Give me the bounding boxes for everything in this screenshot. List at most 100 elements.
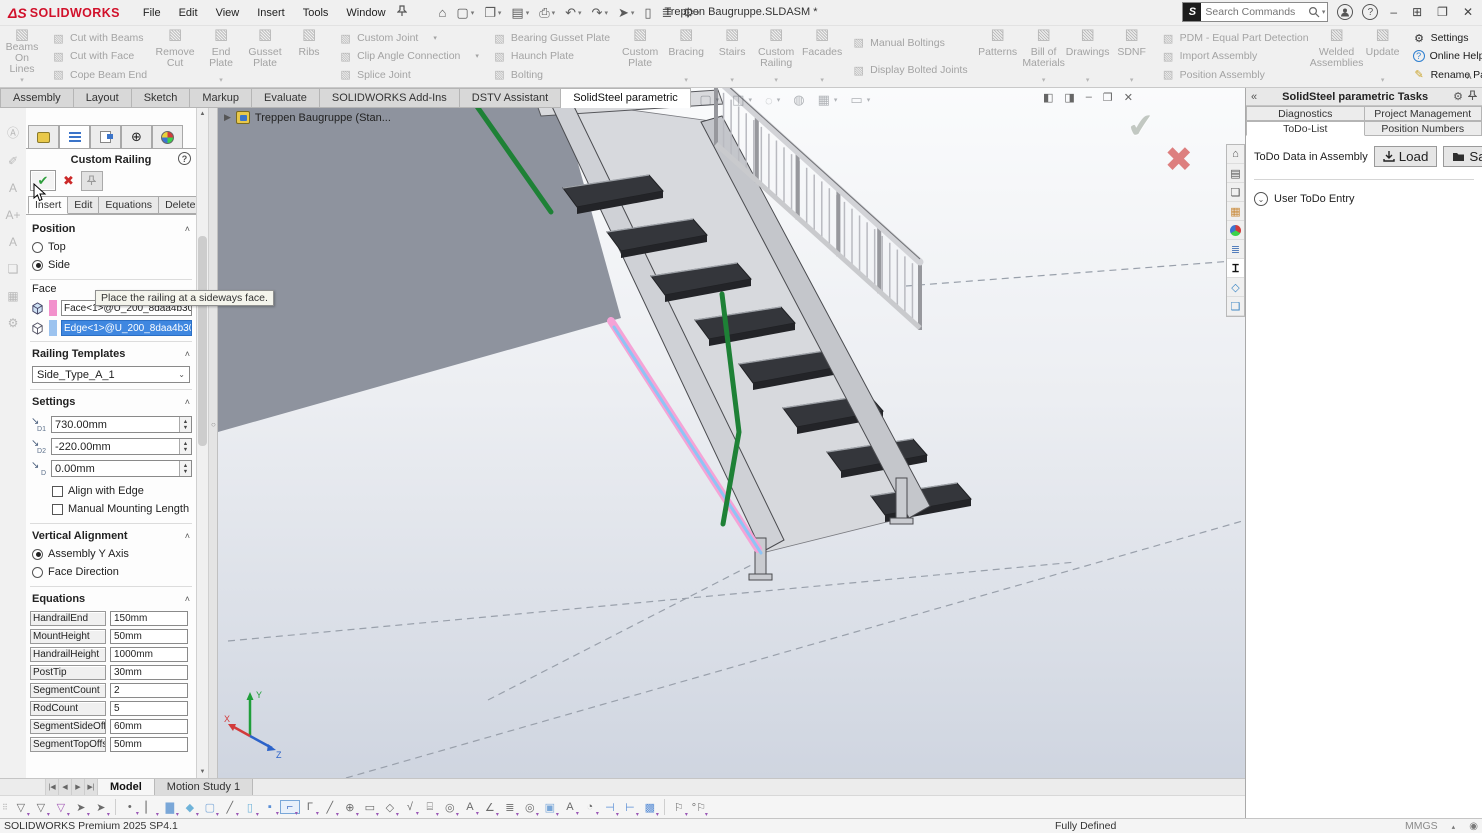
equation-value-input[interactable]: 60mm [110, 719, 188, 734]
minimize-viewport-icon[interactable]: – [1086, 91, 1092, 104]
dropdown-icon[interactable]: ▾ [834, 96, 838, 104]
edit-appearance-icon[interactable]: ◍ [793, 92, 804, 108]
edge-selection-field[interactable]: Edge<1>@U_200_8daa4b30-e [61, 320, 192, 336]
dropdown-icon[interactable]: ▾ [748, 96, 752, 104]
ribbon-bill-of-materials[interactable]: ▧Bill of Materials▾ [1022, 26, 1066, 87]
tab-model[interactable]: Model [98, 779, 155, 795]
filter-edges-icon[interactable]: ▏ [140, 801, 160, 814]
hatch-icon[interactable]: ▦ [7, 289, 18, 303]
filter-hatch2-icon[interactable]: ≣ [500, 801, 520, 814]
dropdown-icon[interactable]: ▾ [1381, 75, 1385, 86]
distance1-input[interactable]: 730.00mm▲▼ [51, 416, 192, 433]
ribbon-end-plate[interactable]: ▧End Plate▾ [199, 26, 243, 87]
ribbon-settings[interactable]: ⚙Settings [1413, 32, 1482, 45]
equation-name-button[interactable]: HandrailHeight [30, 647, 106, 662]
tab-motion-study-1[interactable]: Motion Study 1 [155, 779, 253, 795]
ribbon-pdm-equal-part-detection[interactable]: ▧PDM - Equal Part Detection [1162, 32, 1309, 45]
dropdown-icon[interactable]: ▾ [20, 75, 24, 86]
align-with-edge-checkbox[interactable]: Align with Edge [50, 482, 192, 500]
dropdown-icon[interactable]: ▾ [604, 9, 608, 17]
collapse-pane-icon[interactable]: « [1251, 91, 1257, 103]
ribbon-display-bolted-joints[interactable]: ▧Display Bolted Joints [852, 64, 967, 77]
railing-template-dropdown[interactable]: Side_Type_A_1⌄ [32, 366, 190, 383]
select-pointer-dd-icon[interactable]: ➤ [91, 801, 111, 814]
view-orientation-icon[interactable]: ▢ [699, 92, 711, 108]
equation-value-input[interactable]: 50mm [110, 737, 188, 752]
ribbon-collapse-icon[interactable]: ˄ [1466, 72, 1472, 83]
filter-hatch-icon[interactable]: ◇ [380, 801, 400, 814]
filter-pie-icon[interactable]: ◔ [580, 801, 600, 813]
dropdown-icon[interactable]: ▾ [631, 9, 635, 17]
search-dropdown-icon[interactable]: ▾ [1320, 8, 1328, 16]
scroll-thumb[interactable] [198, 236, 207, 446]
close-button[interactable]: ✕ [1460, 5, 1476, 19]
toolbar-grip-icon[interactable]: ⠿ [2, 803, 7, 812]
propertymanager-tab[interactable] [59, 125, 90, 148]
ribbon-welded-assemblies[interactable]: ▧Welded Assemblies [1315, 26, 1359, 87]
equation-value-input[interactable]: 150mm [110, 611, 188, 626]
design-library-icon[interactable]: ▤ [1227, 164, 1244, 183]
dropdown-icon[interactable]: ▾ [730, 75, 734, 86]
menu-view[interactable]: View [207, 3, 249, 23]
tab-solidworks-add-ins[interactable]: SOLIDWORKS Add-Ins [320, 88, 460, 108]
filter-dimension-icon[interactable]: ⌸ [420, 801, 440, 814]
ribbon-bracing[interactable]: ▧Bracing▾ [664, 26, 708, 87]
pm-scrollbar[interactable]: ▲ ▼ [196, 108, 208, 778]
filter-coordinate-icon[interactable]: ⊕ [340, 801, 360, 814]
custom-properties-icon[interactable]: ≣ [1227, 240, 1244, 259]
filter-magnify-icon[interactable]: ◎ [520, 801, 540, 814]
minimize-button[interactable]: – [1387, 5, 1400, 19]
filter-solid-icon[interactable]: ▢ [200, 801, 220, 814]
image-icon[interactable]: ❏ [8, 262, 19, 276]
ribbon-online-help[interactable]: ?Online Help [1413, 50, 1482, 62]
position-top-radio[interactable]: Top [30, 238, 192, 256]
ribbon-splice-joint[interactable]: ▧Splice Joint [339, 68, 479, 81]
equation-value-input[interactable]: 30mm [110, 665, 188, 680]
tab-todo-list[interactable]: ToDo-List [1246, 121, 1365, 136]
spinner-icon[interactable]: ▲▼ [179, 461, 191, 476]
ribbon-facades[interactable]: ▧Facades▾ [800, 26, 844, 87]
pane-pin-icon[interactable] [1468, 90, 1477, 104]
save-icon[interactable]: ▤▾ [507, 4, 533, 22]
comments-icon[interactable]: ❑ [1227, 297, 1244, 316]
open-icon[interactable]: ❐▾ [480, 4, 505, 22]
select-icon[interactable]: ➤▾ [614, 4, 638, 22]
dropdown-icon[interactable]: ▾ [471, 9, 475, 17]
search-commands-box[interactable]: S ▾ [1182, 2, 1328, 22]
featuremanager-tab[interactable] [28, 125, 59, 148]
spinner-icon[interactable]: ▲▼ [179, 417, 191, 432]
pm-tab-edit[interactable]: Edit [68, 196, 99, 214]
hide-show-icon[interactable]: ◌ [765, 93, 773, 108]
options-gear-icon[interactable]: ⚙▾ [678, 4, 703, 22]
confirmation-cancel-glyph[interactable]: ✖ [1165, 140, 1194, 180]
dropdown-icon[interactable]: ▾ [475, 52, 479, 60]
dropdown-icon[interactable]: ▾ [1042, 75, 1046, 86]
filter-picture-icon[interactable]: ▩ [640, 801, 660, 814]
pane-right-icon[interactable]: ◨ [1064, 91, 1074, 104]
equation-value-input[interactable]: 50mm [110, 629, 188, 644]
face-direction-radio[interactable]: Face Direction [30, 563, 192, 581]
tab-evaluate[interactable]: Evaluate [252, 88, 320, 108]
annotation-text-icon[interactable]: A [9, 181, 17, 195]
restore-button[interactable]: ❐ [1434, 5, 1451, 19]
view-settings-icon[interactable]: ▭ [850, 92, 862, 108]
railing-templates-header[interactable]: Railing Templates˄ [30, 344, 192, 363]
filter-text-icon[interactable]: A [560, 801, 580, 813]
ribbon-beams-on-lines[interactable]: ▧Beams On Lines▾ [0, 26, 44, 87]
ribbon-custom-railing[interactable]: ▧Custom Railing▾ [754, 26, 798, 87]
filter-plane-icon[interactable]: ▯ [240, 801, 260, 814]
filter-funnel-icon[interactable]: ▽ [11, 801, 31, 814]
tab-position-numbers[interactable]: Position Numbers [1365, 121, 1482, 136]
equation-value-input[interactable]: 2 [110, 683, 188, 698]
filter-axis-icon[interactable]: ╱ [220, 801, 240, 814]
radio-icon[interactable] [32, 567, 43, 578]
graphics-viewport[interactable]: Y X Z ▶ Treppen Baugruppe (Stan... ◱◎↩◪▾… [217, 88, 1245, 778]
displaymanager-tab[interactable] [152, 125, 183, 148]
menu-insert[interactable]: Insert [248, 3, 294, 23]
dropdown-icon[interactable]: ▾ [1130, 75, 1134, 86]
new-document-icon[interactable]: ▢▾ [452, 4, 478, 22]
dropdown-icon[interactable]: ▾ [774, 75, 778, 86]
pane-left-icon[interactable]: ◧ [1043, 91, 1053, 104]
ribbon-stairs[interactable]: ▧Stairs▾ [710, 26, 754, 87]
filter-annotation-icon[interactable]: A [460, 801, 480, 813]
